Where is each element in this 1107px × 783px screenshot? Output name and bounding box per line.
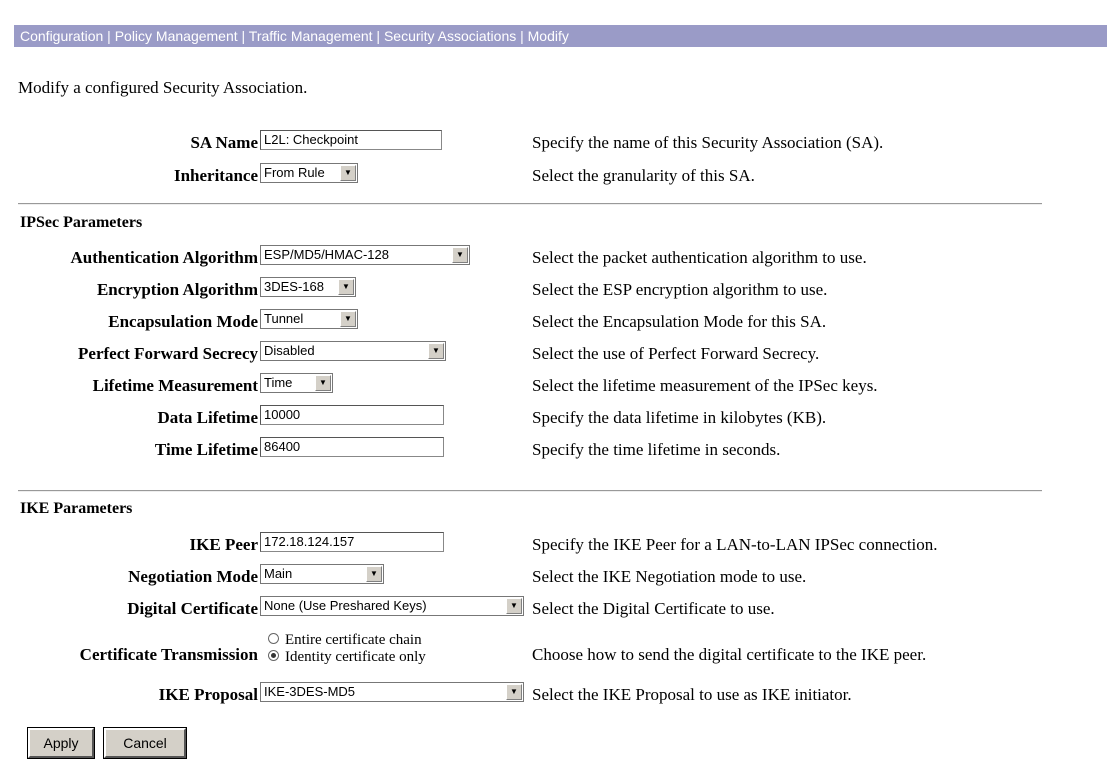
row-neg-mode: Negotiation Mode Main ▼ Select the IKE N… — [0, 564, 1107, 590]
row-sa-name: SA Name L2L: Checkpoint Specify the name… — [0, 130, 1107, 156]
data-lifetime-input[interactable]: 10000 — [260, 405, 444, 425]
cancel-button[interactable]: Cancel — [103, 727, 187, 759]
pfs-select[interactable]: Disabled ▼ — [260, 341, 446, 361]
chevron-down-icon: ▼ — [338, 279, 354, 295]
inheritance-label: Inheritance — [173, 166, 258, 185]
ike-peer-help: Specify the IKE Peer for a LAN-to-LAN IP… — [532, 535, 938, 554]
cert-trans-options: Entire certificate chain Identity certif… — [268, 632, 426, 666]
row-cert-trans: Certificate Transmission Entire certific… — [0, 632, 1107, 672]
cert-value: None (Use Preshared Keys) — [264, 598, 427, 613]
row-ike-proposal: IKE Proposal IKE-3DES-MD5 ▼ Select the I… — [0, 682, 1107, 708]
chevron-down-icon: ▼ — [315, 375, 331, 391]
sa-name-help: Specify the name of this Security Associ… — [532, 133, 884, 152]
data-lifetime-label: Data Lifetime — [157, 408, 258, 427]
inheritance-value: From Rule — [264, 165, 325, 180]
pfs-label: Perfect Forward Secrecy — [78, 344, 258, 363]
ipsec-heading: IPSec Parameters — [20, 214, 143, 231]
data-lifetime-help: Specify the data lifetime in kilobytes (… — [532, 408, 827, 427]
inheritance-select[interactable]: From Rule ▼ — [260, 163, 358, 183]
auth-alg-label: Authentication Algorithm — [70, 248, 258, 267]
chevron-down-icon: ▼ — [506, 684, 522, 700]
ike-proposal-select[interactable]: IKE-3DES-MD5 ▼ — [260, 682, 524, 702]
row-ike-peer: IKE Peer 172.18.124.157 Specify the IKE … — [0, 532, 1107, 558]
radio-identity-only[interactable]: Identity certificate only — [268, 649, 426, 666]
cert-help: Select the Digital Certificate to use. — [532, 599, 775, 618]
enc-alg-select[interactable]: 3DES-168 ▼ — [260, 277, 356, 297]
row-time-lifetime: Time Lifetime 86400 Specify the time lif… — [0, 437, 1107, 463]
radio-identity-only-label: Identity certificate only — [285, 649, 426, 665]
breadcrumb: Configuration | Policy Management | Traf… — [14, 25, 1107, 47]
row-pfs: Perfect Forward Secrecy Disabled ▼ Selec… — [0, 341, 1107, 367]
cert-select[interactable]: None (Use Preshared Keys) ▼ — [260, 596, 524, 616]
row-auth-alg: Authentication Algorithm ESP/MD5/HMAC-12… — [0, 245, 1107, 271]
radio-entire-chain[interactable]: Entire certificate chain — [268, 632, 426, 649]
time-lifetime-input[interactable]: 86400 — [260, 437, 444, 457]
auth-alg-value: ESP/MD5/HMAC-128 — [264, 247, 389, 262]
lifetime-meas-help: Select the lifetime measurement of the I… — [532, 376, 878, 395]
lifetime-meas-value: Time — [264, 375, 293, 390]
time-lifetime-label: Time Lifetime — [154, 440, 258, 459]
chevron-down-icon: ▼ — [340, 311, 356, 327]
pfs-value: Disabled — [264, 343, 315, 358]
enc-alg-label: Encryption Algorithm — [96, 280, 258, 299]
radio-entire-chain-label: Entire certificate chain — [285, 632, 422, 648]
inheritance-help: Select the granularity of this SA. — [532, 166, 755, 185]
neg-mode-label: Negotiation Mode — [128, 567, 258, 586]
cert-trans-help: Choose how to send the digital certifica… — [532, 645, 927, 664]
neg-mode-select[interactable]: Main ▼ — [260, 564, 384, 584]
ike-peer-input[interactable]: 172.18.124.157 — [260, 532, 444, 552]
cert-trans-label: Certificate Transmission — [79, 645, 258, 664]
ike-heading: IKE Parameters — [20, 500, 133, 517]
lifetime-meas-label: Lifetime Measurement — [92, 376, 258, 395]
neg-mode-value: Main — [264, 566, 293, 581]
ike-proposal-help: Select the IKE Proposal to use as IKE in… — [532, 685, 852, 704]
encap-mode-help: Select the Encapsulation Mode for this S… — [532, 312, 827, 331]
ike-peer-label: IKE Peer — [189, 535, 258, 554]
row-cert: Digital Certificate None (Use Preshared … — [0, 596, 1107, 622]
ike-proposal-value: IKE-3DES-MD5 — [264, 684, 356, 699]
chevron-down-icon: ▼ — [428, 343, 444, 359]
lifetime-meas-select[interactable]: Time ▼ — [260, 373, 333, 393]
chevron-down-icon: ▼ — [340, 165, 356, 181]
apply-button[interactable]: Apply — [27, 727, 95, 759]
pfs-help: Select the use of Perfect Forward Secrec… — [532, 344, 820, 363]
divider — [18, 203, 1042, 205]
enc-alg-value: 3DES-168 — [264, 279, 324, 294]
divider — [18, 490, 1042, 492]
row-inheritance: Inheritance From Rule ▼ Select the granu… — [0, 163, 1107, 189]
row-data-lifetime: Data Lifetime 10000 Specify the data lif… — [0, 405, 1107, 431]
chevron-down-icon: ▼ — [366, 566, 382, 582]
sa-name-label: SA Name — [190, 133, 258, 152]
sa-name-input[interactable]: L2L: Checkpoint — [260, 130, 442, 150]
cert-label: Digital Certificate — [127, 599, 258, 618]
radio-icon — [268, 633, 279, 644]
auth-alg-select[interactable]: ESP/MD5/HMAC-128 ▼ — [260, 245, 470, 265]
row-encap-mode: Encapsulation Mode Tunnel ▼ Select the E… — [0, 309, 1107, 335]
encap-mode-label: Encapsulation Mode — [108, 312, 258, 331]
chevron-down-icon: ▼ — [506, 598, 522, 614]
encap-mode-value: Tunnel — [264, 311, 304, 326]
auth-alg-help: Select the packet authentication algorit… — [532, 248, 867, 267]
row-lifetime-meas: Lifetime Measurement Time ▼ Select the l… — [0, 373, 1107, 399]
page-intro: Modify a configured Security Association… — [18, 78, 308, 97]
time-lifetime-help: Specify the time lifetime in seconds. — [532, 440, 781, 459]
row-enc-alg: Encryption Algorithm 3DES-168 ▼ Select t… — [0, 277, 1107, 303]
chevron-down-icon: ▼ — [452, 247, 468, 263]
ike-proposal-label: IKE Proposal — [158, 685, 258, 704]
radio-selected-icon — [268, 650, 279, 661]
encap-mode-select[interactable]: Tunnel ▼ — [260, 309, 358, 329]
neg-mode-help: Select the IKE Negotiation mode to use. — [532, 567, 807, 586]
enc-alg-help: Select the ESP encryption algorithm to u… — [532, 280, 828, 299]
